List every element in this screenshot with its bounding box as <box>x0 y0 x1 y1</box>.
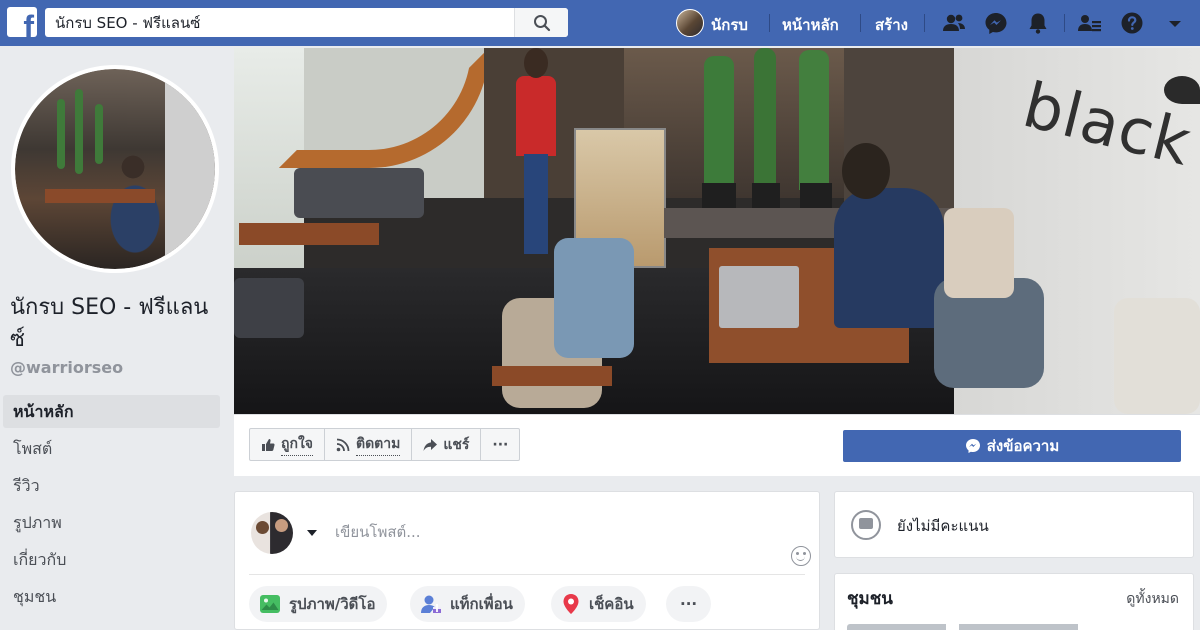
check-in-button[interactable]: เช็คอิน <box>551 586 646 622</box>
community-card: ชุมชน ดูทั้งหมด <box>834 573 1194 630</box>
divider <box>924 14 925 32</box>
send-message-label: ส่งข้อความ <box>986 437 1060 455</box>
messenger-icon <box>965 439 980 453</box>
sidebar-item-community[interactable]: ชุมชน <box>3 580 220 617</box>
share-label: แชร์ <box>443 436 470 453</box>
tag-friends-icon <box>421 595 441 613</box>
page-sidebar-nav: หน้าหลัก โพสต์ รีวิว รูปภาพ เกี่ยวกับ ชุ… <box>3 395 220 617</box>
photo-video-button[interactable]: รูปภาพ/วิดีโอ <box>249 586 388 622</box>
caret-down-icon[interactable] <box>1162 11 1188 35</box>
tag-friends-button[interactable]: แท็กเพื่อน <box>410 586 525 622</box>
thumbs-up-icon <box>262 438 275 451</box>
send-message-button[interactable]: ส่งข้อความ <box>843 430 1181 462</box>
messenger-icon[interactable] <box>983 11 1009 35</box>
write-post-input[interactable] <box>335 520 775 544</box>
photo-icon <box>260 595 280 613</box>
sidebar-item-photos[interactable]: รูปภาพ <box>3 506 220 543</box>
location-pin-icon <box>563 594 579 614</box>
share-arrow-icon <box>423 438 438 451</box>
like-page-button[interactable]: ถูกใจ <box>249 428 325 461</box>
page-action-bar: ถูกใจ ติดตาม แชร์ ··· ส่งข้อความ <box>234 414 1200 476</box>
tag-friends-label: แท็กเพื่อน <box>450 595 513 613</box>
follow-label: ติดตาม <box>356 433 401 456</box>
composer-avatar[interactable] <box>251 512 293 554</box>
page-profile-picture[interactable] <box>11 65 219 273</box>
bell-icon[interactable] <box>1025 11 1051 35</box>
follow-page-button[interactable]: ติดตาม <box>324 428 413 461</box>
see-all-link[interactable]: ดูทั้งหมด <box>1126 588 1179 610</box>
home-link[interactable]: หน้าหลัก <box>782 13 839 37</box>
emoji-icon[interactable] <box>791 546 811 566</box>
page-title: นักรบ SEO - ฟรีแลนซ์ <box>10 295 209 352</box>
photo-video-label: รูปภาพ/วิดีโอ <box>289 595 376 613</box>
composer-more-button[interactable]: ··· <box>666 586 712 622</box>
review-speech-bubble-icon <box>851 510 881 540</box>
divider <box>860 14 861 32</box>
user-avatar[interactable] <box>676 9 704 37</box>
create-link[interactable]: สร้าง <box>875 13 908 37</box>
divider <box>1064 14 1065 32</box>
friend-requests-icon[interactable] <box>1077 11 1103 35</box>
more-icon: ··· <box>492 436 509 453</box>
sidebar-item-home[interactable]: หน้าหลัก <box>3 395 220 428</box>
divider <box>249 574 805 575</box>
page-username[interactable]: @warriorseo <box>10 358 123 377</box>
search-icon <box>534 15 551 32</box>
cover-photo[interactable]: black <box>234 48 1200 414</box>
sidebar-item-reviews[interactable]: รีวิว <box>3 469 220 506</box>
divider <box>769 14 770 32</box>
profile-photo-image <box>15 69 215 269</box>
no-ratings-text: ยังไม่มีคะแนน <box>897 517 989 535</box>
sidebar-item-about[interactable]: เกี่ยวกับ <box>3 543 220 580</box>
community-preview-row <box>847 624 1177 630</box>
check-in-label: เช็คอิน <box>589 595 634 613</box>
rating-card: ยังไม่มีคะแนน <box>834 491 1194 558</box>
page-action-buttons: ถูกใจ ติดตาม แชร์ ··· <box>249 428 521 461</box>
friends-icon[interactable] <box>941 11 967 35</box>
sidebar-item-posts[interactable]: โพสต์ <box>3 432 220 469</box>
post-composer: รูปภาพ/วิดีโอ แท็กเพื่อน เช็คอิน ··· <box>234 491 820 630</box>
community-title: ชุมชน <box>847 589 893 609</box>
rss-follow-icon <box>336 438 350 451</box>
search-box <box>45 8 568 37</box>
more-icon: ··· <box>680 595 698 613</box>
more-options-button[interactable]: ··· <box>480 428 521 461</box>
caret-down-icon[interactable] <box>307 530 317 536</box>
search-button[interactable] <box>514 8 568 37</box>
top-navigation-bar: f นักรบ หน้าหลัก สร้าง <box>0 0 1200 46</box>
search-input[interactable] <box>55 12 515 33</box>
help-icon[interactable] <box>1119 11 1145 35</box>
profile-link[interactable]: นักรบ <box>711 13 748 37</box>
facebook-logo-icon[interactable]: f <box>7 7 37 37</box>
share-page-button[interactable]: แชร์ <box>411 428 482 461</box>
like-label: ถูกใจ <box>281 433 313 456</box>
